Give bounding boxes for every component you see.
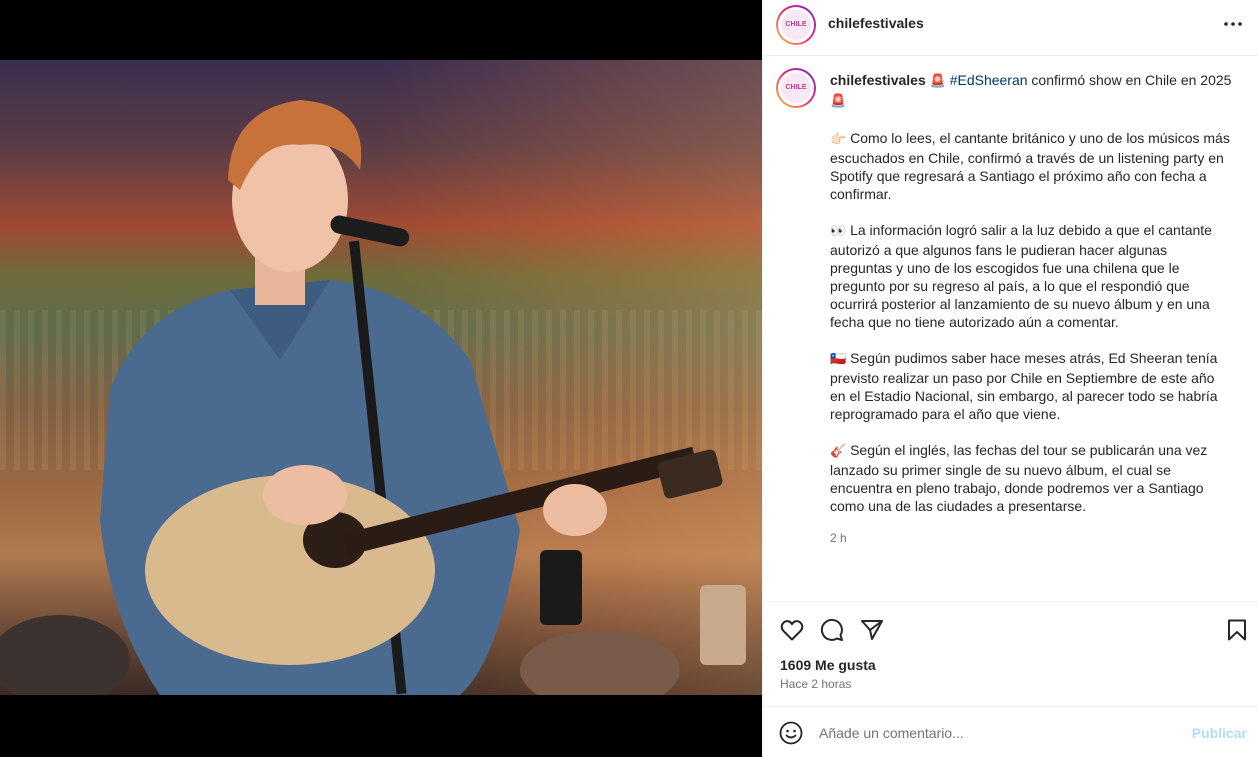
- instagram-post-modal: CHILE chilefestivales CHILE chilefestiva…: [0, 0, 1258, 757]
- avatar-ring-inner: CHILE: [778, 7, 814, 43]
- share-icon: [861, 620, 883, 640]
- guitar-emoji: 🎸: [830, 444, 847, 459]
- logo-text-top: CHILE: [785, 84, 807, 91]
- siren-emoji: 🚨: [929, 74, 946, 89]
- caption-text: chilefestivales 🚨 #EdSheeran confirmó sh…: [830, 71, 1232, 547]
- more-options-button[interactable]: [1221, 12, 1245, 36]
- post-header: CHILE chilefestivales: [763, 0, 1258, 56]
- caption-paragraph-2: 👀 La información logró salir a la luz de…: [830, 221, 1232, 331]
- post-age[interactable]: Hace 2 horas: [780, 677, 851, 691]
- logo-text-top: CHILE: [785, 21, 807, 28]
- comment-button[interactable]: [818, 616, 846, 644]
- publish-button[interactable]: Publicar: [1192, 725, 1247, 741]
- save-button[interactable]: [1223, 616, 1251, 644]
- caption-timestamp[interactable]: 2 h: [830, 529, 1232, 547]
- like-button[interactable]: [778, 616, 806, 644]
- caption-paragraph-1: 👉🏻 Como lo lees, el cantante británico y…: [830, 129, 1232, 203]
- caption-headline: chilefestivales 🚨 #EdSheeran confirmó sh…: [830, 71, 1232, 111]
- chile-festivales-logo: CHILE: [781, 73, 811, 103]
- siren-emoji: 🚨: [830, 94, 847, 109]
- caption-paragraph-3: 🇨🇱 Según pudimos saber hace meses atrás,…: [830, 349, 1232, 423]
- caption-avatar[interactable]: CHILE: [776, 68, 816, 108]
- pointing-hand-emoji: 👉🏻: [830, 132, 847, 147]
- avatar-ring-inner: CHILE: [778, 70, 814, 106]
- hashtag-link[interactable]: #EdSheeran: [950, 72, 1028, 88]
- post-media: [0, 0, 762, 757]
- heart-icon: [780, 620, 804, 641]
- caption-area: CHILE chilefestivales 🚨 #EdSheeran confi…: [763, 56, 1258, 602]
- comment-icon: [820, 618, 843, 641]
- more-horizontal-icon: [1224, 22, 1242, 26]
- bookmark-icon: [1228, 619, 1246, 641]
- eyes-emoji: 👀: [830, 224, 847, 239]
- emoji-picker-button[interactable]: [779, 721, 803, 745]
- post-photo[interactable]: [0, 60, 762, 695]
- comment-input[interactable]: [819, 721, 1179, 745]
- paragraph-text: Según pudimos saber hace meses atrás, Ed…: [830, 350, 1218, 422]
- share-button[interactable]: [858, 616, 886, 644]
- comment-composer: Publicar: [763, 706, 1258, 757]
- likes-count[interactable]: 1609 Me gusta: [780, 657, 876, 673]
- paragraph-text: Como lo lees, el cantante británico y un…: [830, 130, 1230, 202]
- header-avatar[interactable]: CHILE: [776, 5, 816, 45]
- chile-festivales-logo: CHILE: [781, 10, 811, 40]
- post-side-panel: CHILE chilefestivales CHILE chilefestiva…: [762, 0, 1258, 757]
- caption-paragraph-4: 🎸 Según el inglés, las fechas del tour s…: [830, 441, 1232, 515]
- smiley-icon: [779, 721, 803, 745]
- post-actions: [763, 603, 1258, 655]
- paragraph-text: Según el inglés, las fechas del tour se …: [830, 442, 1208, 514]
- chile-flag-emoji: 🇨🇱: [830, 352, 847, 367]
- caption-headline-text: confirmó show en Chile en 2025: [1027, 72, 1232, 88]
- paragraph-text: La información logró salir a la luz debi…: [830, 222, 1212, 330]
- header-username[interactable]: chilefestivales: [828, 15, 924, 31]
- caption-username[interactable]: chilefestivales: [830, 72, 926, 88]
- performer-illustration: [0, 100, 746, 695]
